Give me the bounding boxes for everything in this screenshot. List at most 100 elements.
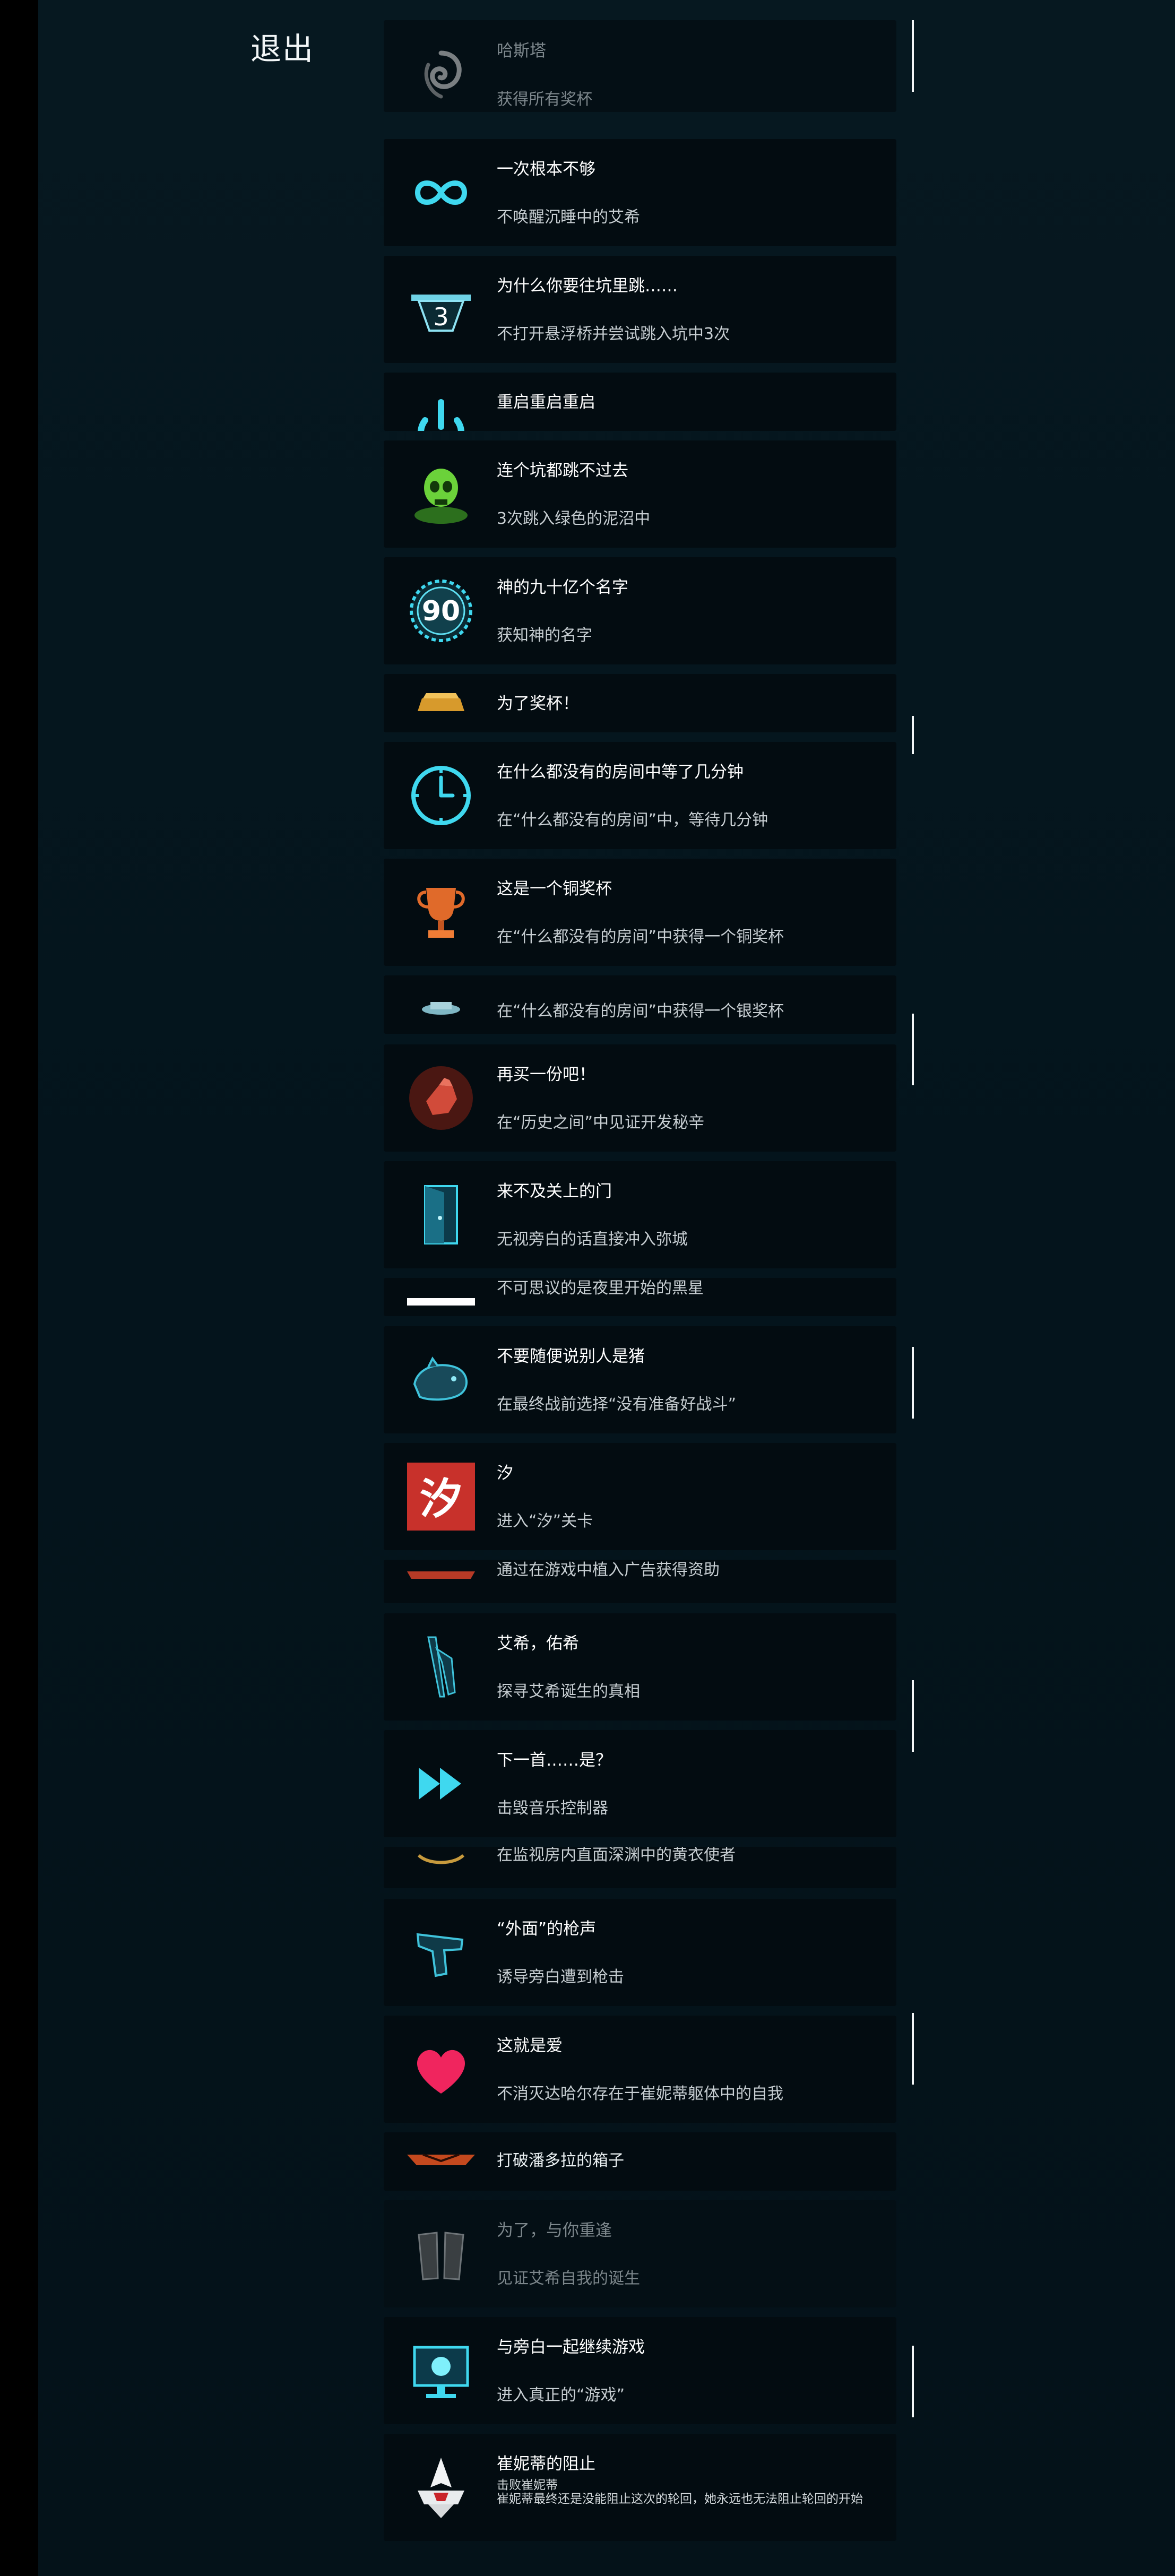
achievement-title: 重启重启重启 [497,393,595,412]
achievement-description: 打破潘多拉的箱子 [497,2151,624,2170]
bronze-trophy-icon [407,878,475,946]
window-left-edge [0,0,38,2576]
hastur-sigil-icon [407,41,475,109]
achievement-description: 在最终战前选择“没有准备好战斗” [497,1395,737,1414]
achievement-card[interactable]: 汐 汐 进入“汐”关卡 [384,1443,896,1550]
achievement-title: 与旁白一起继续游戏 [497,2338,645,2357]
achievement-card[interactable]: 在监视房内直面深渊中的黄衣使者 [384,1847,896,1888]
achievement-title: 艾希，佑希 [497,1634,579,1653]
clock-icon [407,762,475,829]
achievement-description: 击毁音乐控制器 [497,1799,608,1818]
achievement-card[interactable]: 在什么都没有的房间中等了几分钟 在“什么都没有的房间”中，等待几分钟 [384,742,896,849]
achievement-card[interactable]: 这是一个铜奖杯 在“什么都没有的房间”中获得一个铜奖杯 [384,859,896,966]
achievement-card[interactable]: 90 神的九十亿个名字 获知神的名字 [384,557,896,664]
achievement-description: 在“什么都没有的房间”中，等待几分钟 [497,811,768,829]
achievement-description: 在“历史之间”中见证开发秘辛 [497,1113,705,1132]
achievement-description: 见证艾希自我的诞生 [497,2269,640,2288]
gold-ring-icon [407,1847,475,1865]
gold-trophy-icon [407,693,475,732]
achievement-title: 崔妮蒂的阻止 [497,2454,595,2474]
achievement-card[interactable]: 崔妮蒂的阻止 击败崔妮蒂 崔妮蒂最终还是没能阻止这次的轮回，她永远也无法阻止轮回… [384,2434,896,2541]
achievement-card[interactable]: 与旁白一起继续游戏 进入真正的“游戏” [384,2317,896,2424]
achievement-description: 进入真正的“游戏” [497,2386,625,2405]
scrollbar-thumb[interactable] [912,2346,914,2417]
pandora-box-icon [407,2132,475,2167]
achievement-card[interactable]: 打破潘多拉的箱子 [384,2132,896,2191]
door-icon [407,1181,475,1249]
silver-trophy-icon [407,975,475,1031]
achievement-title: 来不及关上的门 [497,1182,612,1201]
achievement-card[interactable]: 连个坑都跳不过去 3次跳入绿色的泥沼中 [384,440,896,548]
svg-text:汐: 汐 [420,1474,462,1524]
achievement-card[interactable]: 下一首……是？ 击毁音乐控制器 [384,1730,896,1837]
achievement-title: 为了，与你重逢 [497,2221,612,2240]
scrollbar-thumb[interactable] [912,716,914,754]
achievement-title: 一次根本不够 [497,160,595,179]
achievement-card[interactable]: 哈斯塔 获得所有奖杯 [384,20,896,112]
achievement-title: 为了奖杯！ [497,694,579,713]
gauntlets-icon [407,2220,475,2288]
infinity-icon [407,159,475,227]
achievement-description: 不消灭达哈尔存在于崔妮蒂躯体中的自我 [497,2085,783,2103]
achievement-description: 诱导旁白遭到枪击 [497,1968,624,1986]
pit-three-icon: 3 [407,275,475,343]
achievement-card[interactable]: 不可思议的是夜里开始的黑星 [384,1278,896,1316]
achievement-title: 再买一份吧！ [497,1065,595,1084]
achievement-title: “外面”的枪声 [497,1920,597,1939]
achievement-card[interactable]: 来不及关上的门 无视旁白的话直接冲入弥城 [384,1161,896,1268]
achievement-title: 下一首……是？ [497,1751,612,1770]
fist-icon [407,1064,475,1132]
achievement-card[interactable]: 艾希，佑希 探寻艾希诞生的真相 [384,1613,896,1721]
achievement-description: 获得所有奖杯 [497,90,592,109]
svg-text:3: 3 [433,302,448,331]
achievement-card[interactable]: 重启重启重启 [384,373,896,431]
blade-icon [407,1633,475,1701]
pig-icon [407,1346,475,1414]
achievement-description: 进入“汐”关卡 [497,1512,593,1531]
green-skull-icon [407,460,475,528]
ninety-badge-icon: 90 [407,577,475,645]
achievement-title: 汐 [497,1464,513,1483]
scrollbar-thumb[interactable] [912,2013,914,2085]
power-icon [407,392,475,431]
scrollbar-thumb[interactable] [912,20,914,92]
xi-seal-icon: 汐 [407,1463,475,1531]
scrollbar-thumb[interactable] [912,1347,914,1419]
achievement-description: 不唤醒沉睡中的艾希 [497,208,640,227]
pistol-icon [407,1918,475,1986]
achievement-title: 神的九十亿个名字 [497,578,628,597]
achievement-description: 3次跳入绿色的泥沼中 [497,509,651,528]
svg-text:90: 90 [422,595,460,627]
achievement-description: 不打开悬浮桥并尝试跳入坑中3次 [497,325,730,343]
monitor-icon [407,2337,475,2405]
red-banner-icon [407,1560,475,1579]
achievement-card[interactable]: 3 为什么你要往坑里跳…… 不打开悬浮桥并尝试跳入坑中3次 [384,256,896,363]
achievement-title: 这就是爱 [497,2036,563,2055]
achievement-card[interactable]: 不要随便说别人是猪 在最终战前选择“没有准备好战斗” [384,1326,896,1433]
achievement-card[interactable]: 一次根本不够 不唤醒沉睡中的艾希 [384,139,896,246]
achievement-extended-description: 崔妮蒂最终还是没能阻止这次的轮回，她永远也无法阻止轮回的开始 [497,2492,863,2506]
achievement-card[interactable]: 为了奖杯！ [384,674,896,732]
achievement-description: 探寻艾希诞生的真相 [497,1682,640,1701]
achievement-description: 通过在游戏中植入广告获得资助 [497,1561,720,1579]
achievement-title: 连个坑都跳不过去 [497,461,628,480]
fast-forward-icon [407,1750,475,1818]
trinity-emblem-icon [407,2453,475,2521]
achievement-description: 在“什么都没有的房间”中获得一个银奖杯 [497,1002,784,1021]
achievement-card[interactable]: “外面”的枪声 诱导旁白遭到枪击 [384,1899,896,2006]
achievement-title: 不要随便说别人是猪 [497,1347,645,1366]
achievement-card[interactable]: 为了，与你重逢 见证艾希自我的诞生 [384,2200,896,2307]
achievement-title: 在什么都没有的房间中等了几分钟 [497,763,744,782]
white-bar-icon [407,1278,475,1313]
exit-button[interactable]: 退出 [250,24,314,68]
heart-icon [407,2035,475,2103]
scrollbar-thumb[interactable] [912,1680,914,1752]
achievement-card[interactable]: 通过在游戏中植入广告获得资助 [384,1560,896,1603]
achievement-card[interactable]: 这就是爱 不消灭达哈尔存在于崔妮蒂躯体中的自我 [384,2016,896,2123]
scrollbar-thumb[interactable] [912,1014,914,1085]
achievement-description: 获知神的名字 [497,626,592,645]
achievement-card[interactable]: 再买一份吧！ 在“历史之间”中见证开发秘辛 [384,1044,896,1152]
achievement-title: 哈斯塔 [497,41,546,60]
achievement-description: 在“什么都没有的房间”中获得一个铜奖杯 [497,928,784,946]
achievement-card[interactable]: 在“什么都没有的房间”中获得一个银奖杯 [384,975,896,1034]
